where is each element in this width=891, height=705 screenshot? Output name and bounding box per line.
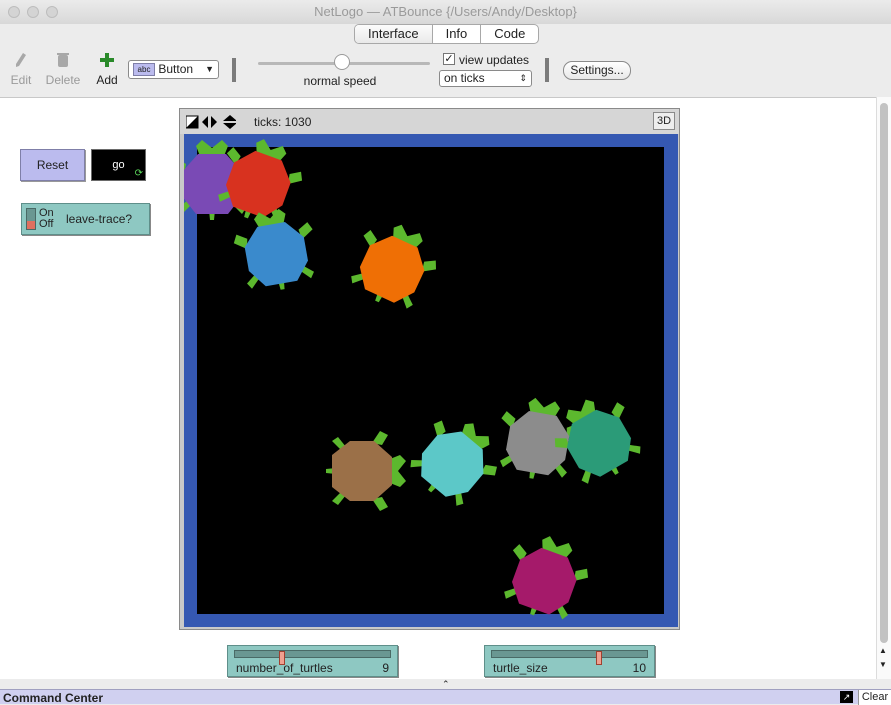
tab-bar: Interface Info Code bbox=[354, 24, 540, 44]
slider-track[interactable] bbox=[491, 650, 648, 665]
scroll-down-arrow-icon[interactable]: ▼ bbox=[879, 660, 887, 669]
widget-type-value: Button bbox=[158, 62, 194, 76]
slider-knob[interactable] bbox=[596, 651, 602, 665]
view-control-bar: ticks: 1030 3D bbox=[180, 109, 679, 134]
clear-button[interactable]: Clear bbox=[858, 690, 891, 705]
delete-label: Delete bbox=[45, 73, 81, 87]
slider-value: 10 bbox=[632, 661, 646, 675]
view-updates-label: view updates bbox=[459, 53, 530, 67]
slider-name: number_of_turtles bbox=[236, 661, 333, 675]
number-of-turtles-slider[interactable]: number_of_turtles 9 bbox=[227, 645, 398, 677]
add-label: Add bbox=[96, 73, 118, 87]
turtle-size-slider[interactable]: turtle_size 10 bbox=[484, 645, 655, 677]
forever-icon: ⟳ bbox=[134, 168, 143, 179]
toolbar-separator bbox=[232, 58, 236, 82]
update-mode-value: on ticks bbox=[444, 71, 485, 85]
slider-value: 9 bbox=[382, 661, 389, 675]
switch-off-label: Off bbox=[39, 218, 54, 230]
zoom-window-button[interactable] bbox=[46, 6, 58, 18]
slider-track[interactable] bbox=[234, 650, 391, 665]
add-button[interactable]: Add bbox=[94, 52, 120, 87]
widget-type-select[interactable]: abc Button ▼ bbox=[128, 60, 219, 79]
ticks-counter: ticks: 1030 bbox=[254, 115, 312, 129]
world-border bbox=[184, 134, 678, 627]
tab-info[interactable]: Info bbox=[433, 25, 482, 43]
plus-icon bbox=[100, 53, 114, 67]
switch-knob bbox=[27, 221, 35, 229]
go-button[interactable]: go ⟳ bbox=[91, 149, 146, 181]
speed-slider-knob[interactable] bbox=[334, 54, 350, 70]
window-titlebar: NetLogo — ATBounce {/Users/Andy/Desktop} bbox=[0, 0, 891, 24]
command-center-label: Command Center bbox=[3, 691, 104, 705]
edit-label: Edit bbox=[10, 73, 32, 87]
toolbar-separator bbox=[545, 58, 549, 82]
vertical-scrollbar[interactable]: ▲ ▼ bbox=[876, 97, 891, 679]
switch-label: leave-trace? bbox=[66, 212, 133, 226]
switch-track bbox=[26, 208, 36, 230]
button-widget-icon: abc bbox=[133, 63, 155, 77]
command-center-bar[interactable]: Command Center ↗ Clear bbox=[0, 689, 891, 705]
world-canvas bbox=[184, 139, 664, 620]
delete-button[interactable]: Delete bbox=[45, 52, 81, 87]
view-resize-icons[interactable] bbox=[186, 115, 236, 129]
settings-button[interactable]: Settings... bbox=[563, 61, 631, 80]
edit-button[interactable]: Edit bbox=[9, 52, 33, 87]
go-button-label: go bbox=[112, 159, 125, 171]
world-view[interactable]: ticks: 1030 3D bbox=[179, 108, 680, 630]
view-updates-checkbox[interactable]: ✓ bbox=[443, 53, 455, 65]
chevron-down-icon: ▼ bbox=[205, 64, 214, 74]
pencil-icon bbox=[16, 53, 26, 67]
tab-code[interactable]: Code bbox=[481, 25, 538, 43]
slider-name: turtle_size bbox=[493, 661, 548, 675]
window-title: NetLogo — ATBounce {/Users/Andy/Desktop} bbox=[314, 4, 577, 19]
minimize-window-button[interactable] bbox=[27, 6, 39, 18]
update-mode-select[interactable]: on ticks ⇕ bbox=[439, 70, 532, 87]
scrollbar-thumb[interactable] bbox=[880, 103, 888, 643]
3d-view-button[interactable]: 3D bbox=[653, 112, 675, 130]
speed-label: normal speed bbox=[303, 74, 377, 88]
tab-interface[interactable]: Interface bbox=[355, 25, 433, 43]
leave-trace-switch[interactable]: On Off leave-trace? bbox=[21, 203, 150, 235]
updown-chevron-icon: ⇕ bbox=[519, 73, 527, 83]
trash-icon bbox=[57, 53, 69, 67]
scroll-up-arrow-icon[interactable]: ▲ bbox=[879, 646, 887, 655]
close-window-button[interactable] bbox=[8, 6, 20, 18]
popout-icon[interactable]: ↗ bbox=[840, 691, 853, 703]
reset-button[interactable]: Reset bbox=[20, 149, 85, 181]
